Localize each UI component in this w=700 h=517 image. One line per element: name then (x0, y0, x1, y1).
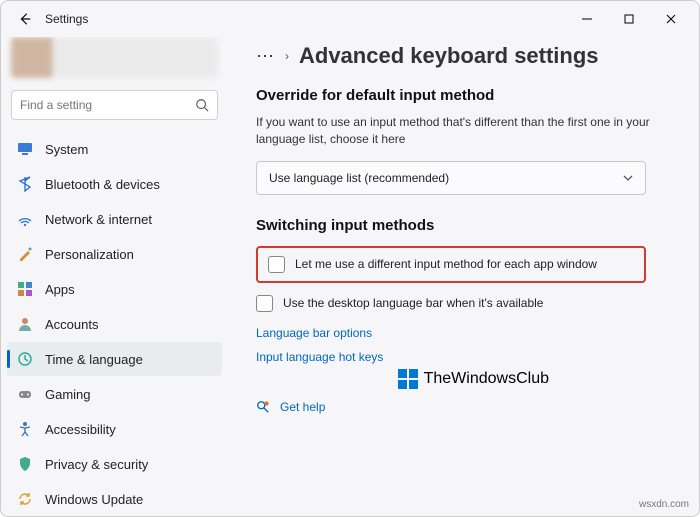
nav-label: Network & internet (45, 212, 152, 227)
section-override-desc: If you want to use an input method that'… (256, 114, 671, 149)
close-button[interactable] (651, 5, 691, 33)
nav-label: Gaming (45, 387, 91, 402)
chevron-down-icon (623, 173, 633, 183)
sidebar-item-time-language[interactable]: Time & language (7, 342, 222, 376)
link-language-bar-options[interactable]: Language bar options (256, 326, 671, 340)
window-title: Settings (45, 12, 88, 26)
personalization-icon (17, 246, 33, 262)
select-value: Use language list (recommended) (269, 171, 449, 185)
sidebar-item-network[interactable]: Network & internet (7, 202, 222, 236)
time-language-icon (17, 351, 33, 367)
apps-icon (17, 281, 33, 297)
checkbox-language-bar[interactable] (256, 295, 273, 312)
nav-label: Windows Update (45, 492, 143, 507)
section-switching-heading: Switching input methods (256, 217, 671, 234)
help-icon (256, 400, 270, 414)
sidebar-item-personalization[interactable]: Personalization (7, 237, 222, 271)
windows-logo-icon (396, 367, 420, 391)
checkbox-per-app[interactable] (268, 256, 285, 273)
nav-label: Privacy & security (45, 457, 148, 472)
sidebar-item-bluetooth[interactable]: Bluetooth & devices (7, 167, 222, 201)
minimize-button[interactable] (567, 5, 607, 33)
profile-card[interactable] (11, 37, 218, 78)
bluetooth-icon (17, 176, 33, 192)
link-get-help[interactable]: Get help (280, 400, 325, 414)
system-icon (17, 141, 33, 157)
nav-label: Accessibility (45, 422, 116, 437)
accounts-icon (17, 316, 33, 332)
sidebar-item-system[interactable]: System (7, 132, 222, 166)
sidebar-item-update[interactable]: Windows Update (7, 482, 222, 516)
sidebar-item-privacy[interactable]: Privacy & security (7, 447, 222, 481)
minimize-icon (582, 14, 592, 24)
checkbox-row-per-app[interactable]: Let me use a different input method for … (256, 246, 646, 283)
nav-label: Time & language (45, 352, 143, 367)
update-icon (17, 491, 33, 507)
sidebar-item-gaming[interactable]: Gaming (7, 377, 222, 411)
breadcrumb-overflow[interactable]: ⋯ (256, 46, 275, 67)
checkbox-label: Use the desktop language bar when it's a… (283, 296, 543, 310)
branding-text: TheWindowsClub (424, 370, 549, 388)
chevron-right-icon: › (285, 49, 289, 63)
sidebar-item-apps[interactable]: Apps (7, 272, 222, 306)
nav-label: System (45, 142, 88, 157)
checkbox-label: Let me use a different input method for … (295, 257, 597, 271)
search-input[interactable] (11, 90, 218, 120)
back-button[interactable] (9, 3, 41, 35)
input-method-select[interactable]: Use language list (recommended) (256, 161, 646, 195)
nav-label: Bluetooth & devices (45, 177, 160, 192)
nav-label: Apps (45, 282, 75, 297)
sidebar-item-accessibility[interactable]: Accessibility (7, 412, 222, 446)
back-arrow-icon (18, 12, 32, 26)
link-input-hotkeys[interactable]: Input language hot keys (256, 350, 671, 364)
gaming-icon (17, 386, 33, 402)
page-title: Advanced keyboard settings (299, 43, 599, 69)
branding-logo: TheWindowsClub (396, 367, 549, 391)
network-icon (17, 211, 33, 227)
maximize-button[interactable] (609, 5, 649, 33)
accessibility-icon (17, 421, 33, 437)
sidebar-item-accounts[interactable]: Accounts (7, 307, 222, 341)
checkbox-row-language-bar[interactable]: Use the desktop language bar when it's a… (256, 295, 646, 312)
maximize-icon (624, 14, 634, 24)
search-field[interactable] (20, 98, 195, 112)
close-icon (666, 14, 676, 24)
search-icon (195, 98, 209, 112)
watermark: wsxdn.com (639, 499, 689, 510)
nav-label: Accounts (45, 317, 98, 332)
section-override-heading: Override for default input method (256, 87, 671, 104)
nav-label: Personalization (45, 247, 134, 262)
privacy-icon (17, 456, 33, 472)
